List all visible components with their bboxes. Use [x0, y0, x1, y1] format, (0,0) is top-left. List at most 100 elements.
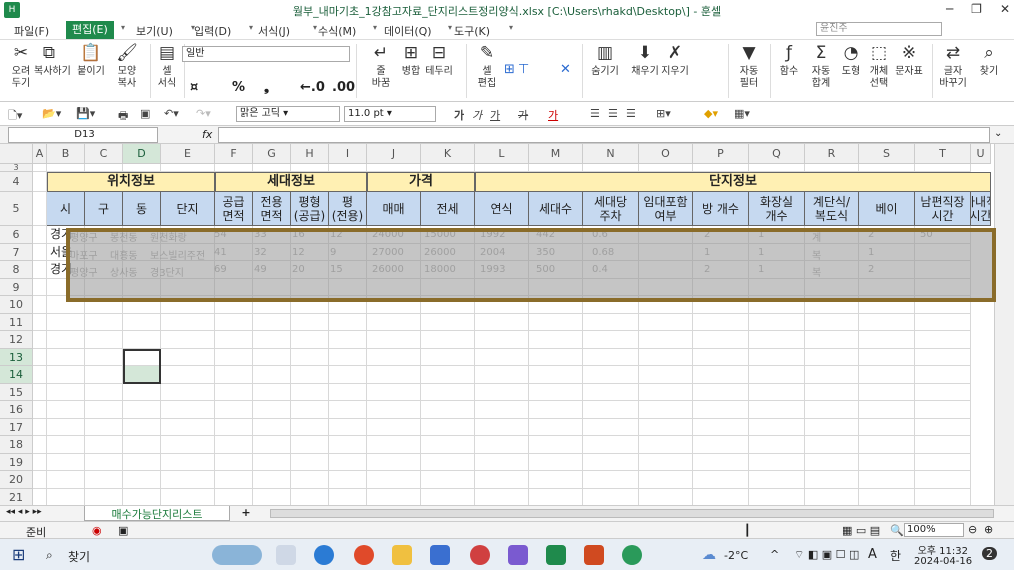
- grid-cell[interactable]: [291, 418, 329, 436]
- app-sync-icon[interactable]: [470, 545, 490, 565]
- row-header[interactable]: 21: [0, 488, 33, 506]
- grid-cell[interactable]: [583, 348, 639, 366]
- minimize-button[interactable]: ─: [946, 2, 953, 16]
- grid-cell[interactable]: [33, 418, 47, 436]
- preview-icon[interactable]: ▣: [140, 107, 150, 120]
- menu-dropdown-icon[interactable]: ▾: [313, 23, 317, 32]
- ime-mode[interactable]: A: [868, 547, 877, 562]
- font-name-select[interactable]: 맑은 고딕 ▾: [236, 106, 340, 122]
- grid-cell[interactable]: [85, 488, 123, 506]
- grid-cell[interactable]: [475, 366, 529, 384]
- row-header[interactable]: 18: [0, 436, 33, 454]
- grid-cell[interactable]: [329, 418, 367, 436]
- record-macro-icon[interactable]: ◉: [92, 524, 102, 537]
- grid-cell[interactable]: [693, 471, 749, 489]
- ribbon-button[interactable]: ⧉ 복사하기: [34, 42, 71, 78]
- grid-cell[interactable]: [215, 488, 253, 506]
- insert-row-icon[interactable]: ⊤: [518, 62, 529, 77]
- grid-cell[interactable]: [161, 313, 215, 331]
- explorer-icon[interactable]: [392, 545, 412, 565]
- grid-cell[interactable]: [421, 331, 475, 349]
- grid-cell[interactable]: [639, 401, 693, 419]
- column-header[interactable]: D: [123, 144, 161, 164]
- grid-cell[interactable]: [161, 331, 215, 349]
- grid-cell[interactable]: [33, 488, 47, 506]
- increase-decimal-icon[interactable]: .00: [332, 80, 355, 95]
- column-header[interactable]: U: [971, 144, 991, 164]
- close-button[interactable]: ✕: [1000, 2, 1010, 16]
- grid-cell[interactable]: [215, 313, 253, 331]
- new-doc-icon[interactable]: 🗋▾: [8, 107, 22, 126]
- grid-cell[interactable]: [215, 418, 253, 436]
- grid-cell[interactable]: [33, 453, 47, 471]
- percent-icon[interactable]: %: [232, 80, 245, 95]
- menu-dropdown-icon[interactable]: ▾: [509, 23, 513, 32]
- grid-cell[interactable]: [161, 488, 215, 506]
- grid-cell[interactable]: [215, 471, 253, 489]
- grid-cell[interactable]: [47, 436, 85, 454]
- grid-cell[interactable]: [693, 366, 749, 384]
- column-header[interactable]: Q: [749, 144, 805, 164]
- undo-icon[interactable]: ↶▾: [164, 107, 179, 120]
- grid-cell[interactable]: [915, 383, 971, 401]
- grid-cell[interactable]: [915, 418, 971, 436]
- grid-cell[interactable]: [693, 453, 749, 471]
- grid-cell[interactable]: [529, 313, 583, 331]
- grid-cell[interactable]: [33, 164, 47, 172]
- tray-chevron-icon[interactable]: ^: [770, 548, 779, 561]
- print-icon[interactable]: 🖶: [118, 107, 128, 126]
- grid-cell[interactable]: [291, 453, 329, 471]
- grid-cell[interactable]: [475, 418, 529, 436]
- ribbon-button[interactable]: ƒ 함수: [774, 42, 804, 78]
- start-icon[interactable]: ⊞: [12, 545, 25, 564]
- zoom-select[interactable]: 100%: [904, 523, 964, 537]
- zoom-out-button[interactable]: ⊖: [968, 523, 977, 536]
- grid-cell[interactable]: [639, 331, 693, 349]
- column-header[interactable]: G: [253, 144, 291, 164]
- grid-cell[interactable]: [329, 164, 367, 172]
- column-header[interactable]: F: [215, 144, 253, 164]
- grid-cell[interactable]: [253, 366, 291, 384]
- grid-cell[interactable]: [329, 366, 367, 384]
- grid-cell[interactable]: [33, 296, 47, 314]
- italic-button[interactable]: 가: [472, 107, 482, 123]
- grid-cell[interactable]: [161, 366, 215, 384]
- hancell-taskbar-icon[interactable]: [546, 545, 566, 565]
- grid-cell[interactable]: [859, 418, 915, 436]
- grid-cell[interactable]: [859, 401, 915, 419]
- column-header[interactable]: N: [583, 144, 639, 164]
- delete-icon[interactable]: ✕: [560, 62, 571, 77]
- ribbon-button[interactable]: 📋 붙이기: [76, 42, 106, 78]
- grid-cell[interactable]: [749, 366, 805, 384]
- ribbon-button[interactable]: ◔ 도형: [836, 42, 866, 78]
- ribbon-button[interactable]: ⊟ 테두리: [424, 42, 454, 78]
- grid-cell[interactable]: [329, 436, 367, 454]
- grid-cell[interactable]: [85, 383, 123, 401]
- grid-cell[interactable]: [253, 331, 291, 349]
- grid-cell[interactable]: [583, 331, 639, 349]
- grid-cell[interactable]: [291, 366, 329, 384]
- grid-cell[interactable]: [367, 383, 421, 401]
- grid-cell[interactable]: [749, 418, 805, 436]
- grid-cell[interactable]: [749, 453, 805, 471]
- grid-cell[interactable]: [475, 471, 529, 489]
- grid-cell[interactable]: [421, 401, 475, 419]
- grid-cell[interactable]: [693, 164, 749, 172]
- grid-cell[interactable]: [329, 453, 367, 471]
- grid-cell[interactable]: [749, 488, 805, 506]
- ribbon-button[interactable]: ↵ 줄 바꿈: [366, 42, 396, 90]
- grid-cell[interactable]: [161, 471, 215, 489]
- grid-cell[interactable]: [421, 471, 475, 489]
- grid-cell[interactable]: [859, 348, 915, 366]
- merge-center-icon[interactable]: ⊞▾: [656, 107, 671, 120]
- grid-cell[interactable]: [291, 164, 329, 172]
- pattern-icon[interactable]: ▦▾: [734, 107, 750, 120]
- grid-cell[interactable]: [253, 471, 291, 489]
- number-format-select[interactable]: 일반: [182, 46, 350, 62]
- grid-cell[interactable]: [123, 418, 161, 436]
- grid-cell[interactable]: [529, 418, 583, 436]
- grid-cell[interactable]: [161, 401, 215, 419]
- grid-cell[interactable]: [253, 453, 291, 471]
- grid-cell[interactable]: [859, 366, 915, 384]
- grid-cell[interactable]: [215, 401, 253, 419]
